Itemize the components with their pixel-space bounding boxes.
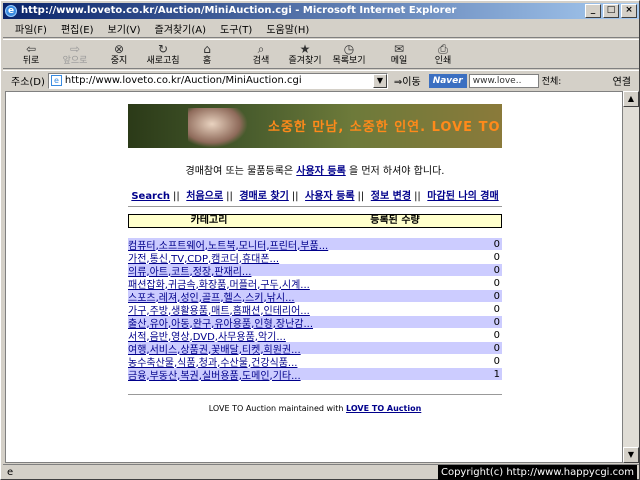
status-page-icon: e <box>7 466 14 478</box>
category-count: 0 <box>493 251 500 263</box>
search-button[interactable]: ⌕ 검색 <box>243 42 279 66</box>
nav-register[interactable]: 사용자 등록 <box>305 191 354 202</box>
banner-text: 소중한 만남, 소중한 인연. LOVE TO <box>268 120 501 135</box>
go-button[interactable]: ⇒이동 <box>394 73 421 88</box>
table-row: 패션잡화,귀금속,화장품,머플러,구두,시계... 0 <box>128 277 502 291</box>
category-count: 0 <box>493 264 500 276</box>
links-button[interactable]: 연결 <box>613 73 631 88</box>
ie-icon: e <box>5 5 17 17</box>
nav-edit-info[interactable]: 정보 변경 <box>371 191 411 202</box>
history-button[interactable]: ◷ 목록보기 <box>331 42 367 66</box>
favorites-icon: ★ <box>299 42 311 56</box>
address-label: 주소(D) <box>11 77 45 88</box>
menu-tools[interactable]: 도구(T) <box>220 21 252 36</box>
menu-help[interactable]: 도움말(H) <box>266 21 309 36</box>
naver-logo[interactable]: Naver <box>428 73 467 88</box>
table-row: 금융,부동산,복권,실버용품,도메인,기타... 1 <box>128 367 502 382</box>
category-count: 0 <box>493 342 500 354</box>
stop-icon: ⊗ <box>113 42 125 56</box>
table-row: 여행,서비스,상품권,꽃배달,티켓,회원권... 0 <box>128 342 502 356</box>
status-bar: e Copyright(c) http://www.happycgi.com <box>3 464 639 480</box>
category-count: 0 <box>493 290 500 302</box>
banner-image: 소중한 만남, 소중한 인연. LOVE TO <box>128 104 502 148</box>
naver-all-label[interactable]: 전체: <box>542 74 562 87</box>
table-row: 가구,주방,생활용품,매트,홈패션,인테리어... 0 <box>128 303 502 317</box>
back-button[interactable]: ⇦ 뒤로 <box>13 42 49 66</box>
nav-closed-auctions[interactable]: 마감된 나의 경매 <box>427 191 498 202</box>
menu-favorites[interactable]: 즐겨찾기(A) <box>155 21 206 36</box>
menu-edit[interactable]: 편집(E) <box>61 21 94 36</box>
nav-links: Search || 처음으로 || 경매로 찾기 || 사용자 등록 || 정보 변경 |… <box>131 191 499 202</box>
address-dropdown-icon[interactable]: ▼ <box>372 73 387 88</box>
menu-view[interactable]: 보기(V) <box>108 21 141 36</box>
toolbar: ⇦ 뒤로 ⇨ 앞으로 ⊗ 중지 ↻ 새로고침 ⌂ 홈 ⌕ 검색 ★ 즐겨찾기 ◷ 목록보기 ✉ 메… <box>3 39 639 69</box>
scroll-down-icon[interactable]: ▼ <box>623 447 639 463</box>
home-icon: ⌂ <box>203 42 211 56</box>
address-url: http://www.loveto.co.kr/Auction/MiniAuct… <box>64 75 302 86</box>
refresh-icon: ↻ <box>157 42 169 56</box>
table-row: 서적,음반,영상,DVD,사무용품,악기... 0 <box>128 329 502 343</box>
favorites-button[interactable]: ★ 즐겨찾기 <box>287 42 323 66</box>
table-row: 의류,아트,코트,정장,판재리... 0 <box>128 264 502 278</box>
table-header: 카테고리 등록된 수량 <box>128 214 502 228</box>
table-row: 스포츠,레져,성인,골프,헬스,스키,낚시... 0 <box>128 290 502 304</box>
menu-bar: 파일(F) 편집(E) 보기(V) 즐겨찾기(A) 도구(T) 도움말(H) <box>3 20 639 38</box>
nav-find-auction[interactable]: 경매로 찾기 <box>239 191 288 202</box>
page-icon: e <box>50 75 62 86</box>
header-count: 등록된 수량 <box>370 215 420 226</box>
mail-icon: ✉ <box>393 42 405 56</box>
category-count: 1 <box>493 368 500 380</box>
menu-file[interactable]: 파일(F) <box>15 21 47 36</box>
search-icon: ⌕ <box>257 42 265 56</box>
table-row: 농수축산물,식품,청과,수산물,건강식품... 0 <box>128 355 502 369</box>
address-bar: 주소(D) e http://www.loveto.co.kr/Auction/… <box>3 70 639 90</box>
mail-button[interactable]: ✉ 메일 <box>381 42 417 66</box>
category-count: 0 <box>493 238 500 250</box>
back-arrow-icon: ⇦ <box>25 42 37 56</box>
print-icon: ⎙ <box>438 42 448 56</box>
header-category: 카테고리 <box>190 215 228 226</box>
naver-search-input[interactable]: www.love.. <box>468 73 539 88</box>
category-count: 0 <box>493 303 500 315</box>
minimize-button[interactable]: _ <box>585 4 601 18</box>
category-count: 0 <box>493 277 500 289</box>
category-link[interactable]: 금융,부동산,복권,실버용품,도메인,기타... <box>128 367 472 382</box>
category-count: 0 <box>493 355 500 367</box>
category-table: 컴퓨터,소프트웨어,노트북,모니터,프린터,부품... 0 가전,통신,TV,CD… <box>128 238 502 382</box>
page-content: 소중한 만남, 소중한 인연. LOVE TO 경매참여 또는 물품등록은 사용… <box>5 91 623 463</box>
footer-text: LOVE TO Auction maintained with LOVE TO … <box>208 404 422 413</box>
table-row: 컴퓨터,소프트웨어,노트북,모니터,프린터,부품... 0 <box>128 238 502 252</box>
vertical-scrollbar[interactable]: ▲ ▼ <box>623 91 639 463</box>
divider <box>128 206 502 207</box>
window-title: http://www.loveto.co.kr/Auction/MiniAuct… <box>21 5 457 16</box>
category-count: 0 <box>493 316 500 328</box>
home-button[interactable]: ⌂ 홈 <box>189 42 225 66</box>
nav-search[interactable]: Search <box>131 191 170 202</box>
naver-toolbar: Naver www.love.. 전체: <box>428 73 562 89</box>
nav-home[interactable]: 처음으로 <box>186 191 223 202</box>
history-icon: ◷ <box>343 42 355 56</box>
divider <box>128 394 502 395</box>
scroll-up-icon[interactable]: ▲ <box>623 91 639 107</box>
maximize-button[interactable]: □ <box>603 4 619 18</box>
forward-button[interactable]: ⇨ 앞으로 <box>57 42 93 66</box>
category-count: 0 <box>493 329 500 341</box>
notice-text: 경매참여 또는 물품등록은 사용자 등록 을 먼저 하셔야 합니다. <box>185 166 445 177</box>
browser-window: e http://www.loveto.co.kr/Auction/MiniAu… <box>0 0 640 480</box>
forward-arrow-icon: ⇨ <box>69 42 81 56</box>
register-link[interactable]: 사용자 등록 <box>296 166 345 177</box>
table-row: 가전,통신,TV,CDP,캠코더,휴대폰... 0 <box>128 251 502 265</box>
table-row: 출산,유아,아동,완구,유아용품,인형,장난감... 0 <box>128 316 502 330</box>
close-button[interactable]: × <box>621 4 637 18</box>
title-bar: e http://www.loveto.co.kr/Auction/MiniAu… <box>3 3 639 19</box>
refresh-button[interactable]: ↻ 새로고침 <box>145 42 181 66</box>
footer-link[interactable]: LOVE TO Auction <box>346 404 421 413</box>
stop-button[interactable]: ⊗ 중지 <box>101 42 137 66</box>
address-input[interactable]: e http://www.loveto.co.kr/Auction/MiniAu… <box>47 72 388 89</box>
copyright-text: Copyright(c) http://www.happycgi.com <box>437 465 637 480</box>
print-button[interactable]: ⎙ 인쇄 <box>425 42 461 66</box>
banner-couple-photo <box>188 108 248 148</box>
